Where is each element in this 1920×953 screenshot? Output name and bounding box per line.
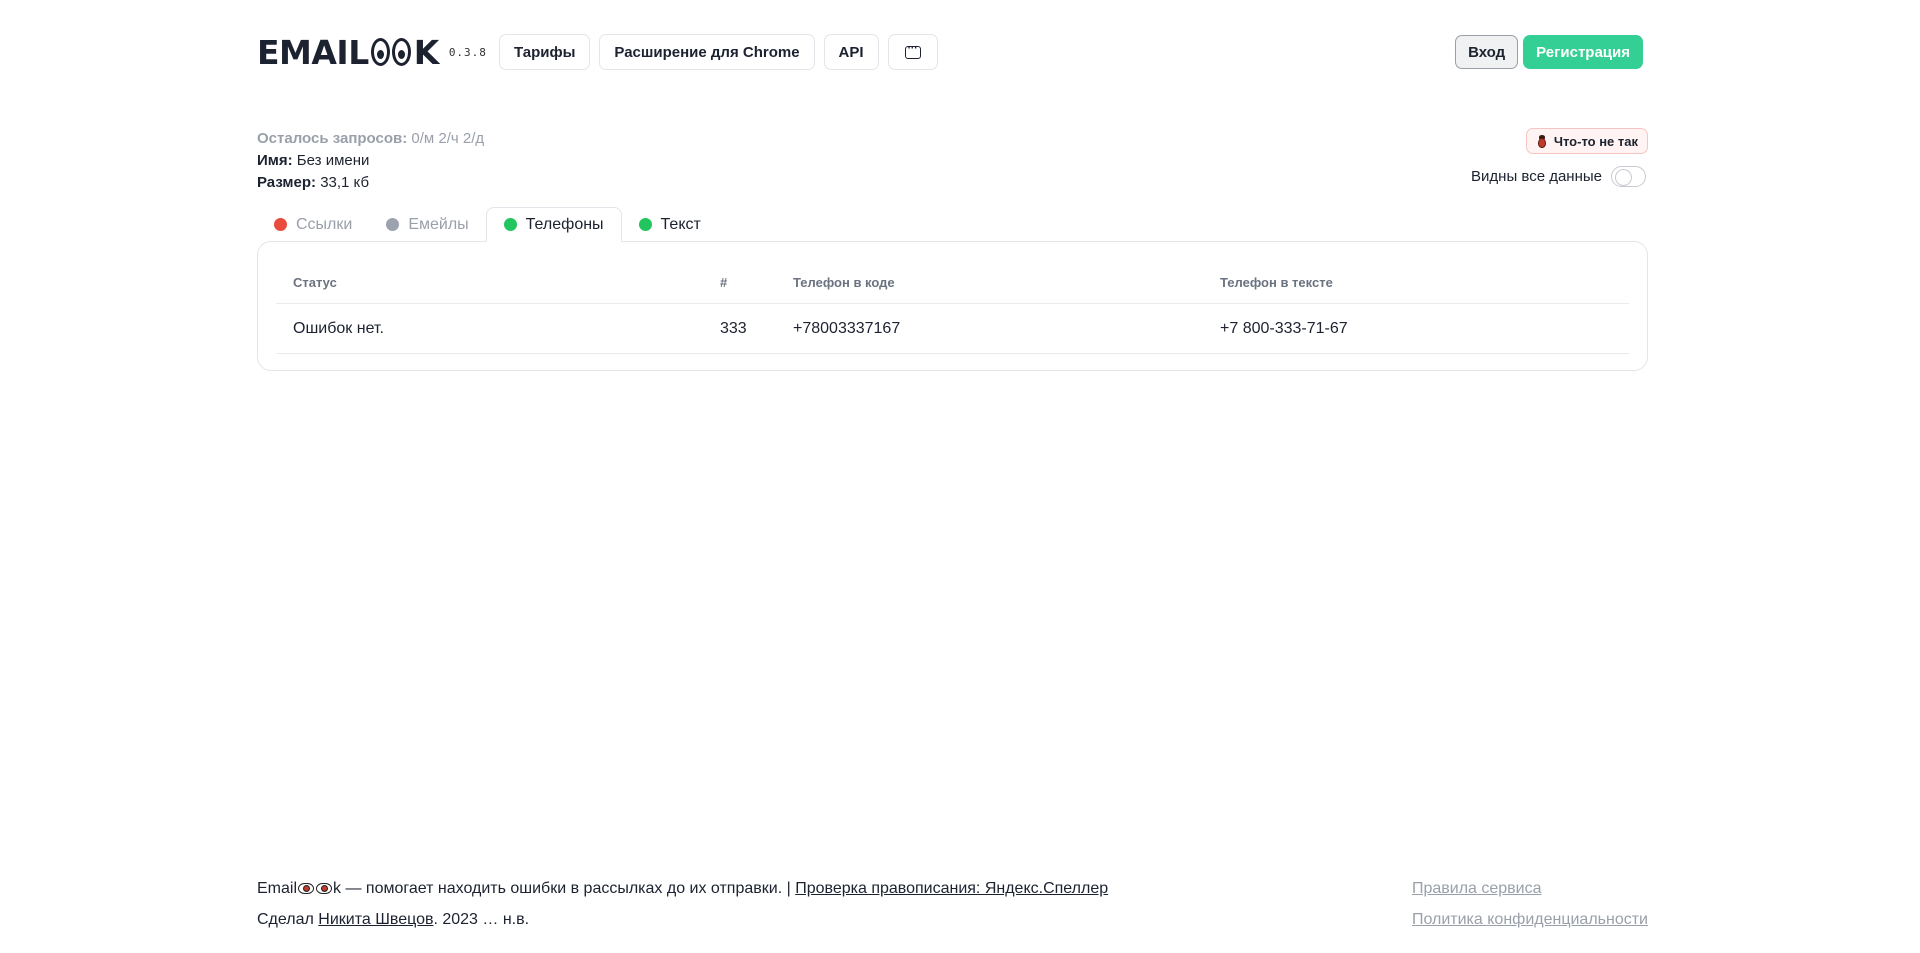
- register-button[interactable]: Регистрация: [1523, 35, 1643, 69]
- footer-tagline: — помогает находить ошибки в рассылках д…: [341, 880, 796, 897]
- chat-button[interactable]: [887, 34, 938, 70]
- show-all-data-row: Видны все данные: [1471, 166, 1646, 187]
- logo-text-left: EMAIL: [257, 32, 369, 72]
- tab-emails[interactable]: Емейлы: [369, 207, 485, 242]
- requests-remaining: Осталось запросов: 0/м 2/ч 2/д: [257, 128, 484, 150]
- cell-count: 333: [720, 319, 747, 337]
- tab-label: Текст: [660, 215, 701, 233]
- column-header-count: #: [720, 275, 728, 290]
- eye-icon: [298, 883, 315, 894]
- table-row: Ошибок нет. 333 +78003337167 +7 800-333-…: [276, 304, 1629, 354]
- size-label: Размер:: [257, 174, 317, 191]
- footer-tagline-row: Email k — помогает находить ошибки в расс…: [257, 873, 1108, 904]
- name-value: Без имени: [296, 152, 370, 169]
- size-value: 33,1 кб: [320, 174, 370, 191]
- version-label: 0.3.8: [448, 45, 487, 59]
- nav-api-button[interactable]: API: [823, 34, 879, 70]
- logo[interactable]: EMAIL K: [257, 36, 439, 69]
- tab-phones[interactable]: Телефоны: [485, 207, 622, 242]
- made-by-suffix: . 2023 … н.в.: [433, 911, 530, 928]
- footer-brand-right: k: [333, 880, 342, 897]
- name-label: Имя:: [257, 152, 293, 169]
- footer-credits-row: Сделал Никита Швецов. 2023 … н.в.: [257, 904, 1108, 935]
- service-rules-link[interactable]: Правила сервиса: [1412, 873, 1648, 904]
- show-all-data-label: Видны все данные: [1471, 168, 1602, 185]
- login-button[interactable]: Вход: [1455, 35, 1519, 69]
- tab-text[interactable]: Текст: [622, 207, 718, 242]
- privacy-policy-link[interactable]: Политика конфиденциальности: [1412, 904, 1648, 935]
- tab-label: Ссылки: [296, 215, 353, 233]
- logo-right-eye: [391, 38, 411, 66]
- column-header-phone-text: Телефон в тексте: [1220, 275, 1333, 290]
- tab-links[interactable]: Ссылки: [257, 207, 369, 242]
- result-tabs: Ссылки Емейлы Телефоны Текст: [257, 207, 718, 242]
- nav-chrome-extension-button[interactable]: Расширение для Chrome: [599, 34, 815, 70]
- bug-icon: [1535, 134, 1549, 149]
- footer-left: Email k — помогает находить ошибки в расс…: [257, 873, 1108, 935]
- column-header-phone-code: Телефон в коде: [793, 275, 895, 290]
- made-by-prefix: Сделал: [257, 911, 319, 928]
- footer-brand-left: Email: [257, 880, 298, 897]
- top-header: EMAIL K 0.3.8 Тарифы Расширение для Chro…: [257, 34, 1643, 70]
- author-link[interactable]: Никита Швецов: [318, 911, 433, 928]
- requests-value: 0/м 2/ч 2/д: [411, 130, 485, 147]
- cell-status: Ошибок нет.: [293, 319, 384, 337]
- cell-phone-code: +78003337167: [793, 319, 901, 337]
- status-dot-icon: [274, 218, 287, 231]
- phones-panel: Статус # Телефон в коде Телефон в тексте…: [257, 241, 1648, 371]
- tab-label: Телефоны: [525, 215, 604, 233]
- report-issue-button[interactable]: Что-то не так: [1525, 128, 1648, 154]
- tab-label: Емейлы: [408, 215, 469, 233]
- show-all-data-toggle[interactable]: [1611, 166, 1646, 187]
- table-header-row: Статус # Телефон в коде Телефон в тексте: [276, 262, 1629, 304]
- footer-right: Правила сервиса Политика конфиденциально…: [1412, 873, 1648, 935]
- requests-label: Осталось запросов:: [257, 130, 408, 147]
- file-name-row: Имя: Без имени: [257, 150, 484, 172]
- nav-pricing-button[interactable]: Тарифы: [498, 34, 591, 70]
- chat-bubble-icon: [904, 41, 921, 59]
- file-size-row: Размер: 33,1 кб: [257, 172, 484, 194]
- phones-table: Статус # Телефон в коде Телефон в тексте…: [276, 262, 1629, 354]
- logo-text-right: K: [413, 32, 440, 72]
- status-dot-icon: [503, 218, 517, 231]
- eye-icon: [316, 883, 333, 894]
- logo-left-eye: [370, 38, 390, 66]
- file-info: Осталось запросов: 0/м 2/ч 2/д Имя: Без …: [257, 128, 484, 194]
- auth-buttons: Вход Регистрация: [1455, 35, 1643, 69]
- column-header-status: Статус: [293, 275, 337, 290]
- logo-eyes-icon: [370, 38, 411, 66]
- speller-link[interactable]: Проверка правописания: Яндекс.Спеллер: [795, 880, 1108, 897]
- cell-phone-text: +7 800-333-71-67: [1220, 319, 1348, 337]
- status-dot-icon: [386, 218, 400, 231]
- report-issue-label: Что-то не так: [1553, 133, 1638, 149]
- status-dot-icon: [638, 218, 652, 231]
